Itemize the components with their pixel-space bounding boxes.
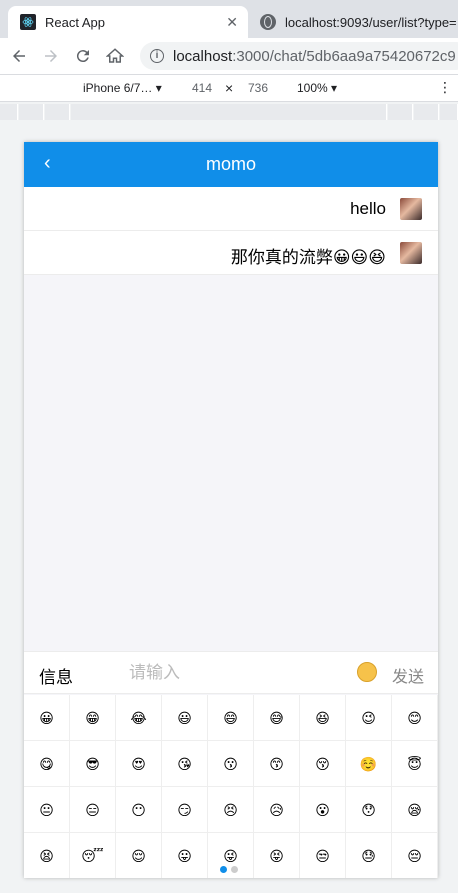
message-input-bar: 信息 发送	[24, 651, 438, 694]
emoji-cell[interactable]: 😗	[208, 741, 254, 787]
info-icon[interactable]: i	[150, 49, 164, 63]
globe-icon	[260, 14, 276, 30]
emoji-cell[interactable]: 😐	[24, 787, 70, 833]
emoji-cell[interactable]: 😒	[300, 833, 346, 878]
send-button[interactable]: 发送	[392, 663, 424, 687]
ruler-segment[interactable]	[0, 104, 18, 120]
message-text: 那你真的流弊😀😃😆	[230, 248, 386, 267]
emoji-cell[interactable]: 😴	[70, 833, 116, 878]
input-label: 信息	[39, 668, 73, 687]
emoji-cell[interactable]: 😝	[254, 833, 300, 878]
avatar	[400, 198, 422, 220]
device-toolbar: iPhone 6/7… ▾ 414 × 736 100% ▾ ⋮	[0, 74, 458, 102]
emoji-cell[interactable]: 😅	[254, 695, 300, 741]
url-host: localhost	[173, 47, 233, 65]
emoji-cell[interactable]: 😯	[346, 787, 392, 833]
chat-title: momo	[205, 154, 256, 174]
media-query-ruler	[0, 102, 458, 120]
ruler-segment[interactable]	[19, 104, 44, 120]
avatar	[400, 242, 422, 264]
tab-react-app[interactable]: React App ✕	[8, 6, 248, 38]
more-options-icon[interactable]: ⋮	[438, 79, 452, 96]
emoji-cell[interactable]: 😀	[24, 695, 70, 741]
ruler-segment[interactable]	[388, 104, 413, 120]
message-input[interactable]	[129, 661, 329, 685]
emoji-cell[interactable]: 😣	[208, 787, 254, 833]
emoji-cell[interactable]: 😪	[392, 787, 438, 833]
chat-navbar: ‹ momo	[24, 142, 438, 187]
address-bar[interactable]: i localhost:3000/chat/5db6aa9a75420672c9	[140, 42, 458, 70]
home-icon[interactable]	[102, 43, 128, 69]
device-height-input[interactable]: 736	[248, 81, 268, 95]
emoji-cell[interactable]: ☺️	[346, 741, 392, 787]
emoji-cell[interactable]: 😓	[346, 833, 392, 878]
emoji-cell[interactable]: 😶	[116, 787, 162, 833]
emoji-cell[interactable]: 😃	[162, 695, 208, 741]
emoji-cell[interactable]: 😉	[346, 695, 392, 741]
emoji-grid: 😀 😁 😂 😃 😄 😅 😆 😉 😊 😋 😎 😍 😘 😗 😙 😚 ☺️ 😇 😐 😑 😶 😏 😣 😥 😮 😯 😪 😫 😴 😌 😛 😜 😝 😒 😓 😔	[24, 695, 438, 878]
emoji-cell[interactable]: 😆	[300, 695, 346, 741]
emoji-cell[interactable]: 😮	[300, 787, 346, 833]
device-select[interactable]: iPhone 6/7… ▾	[83, 81, 162, 95]
emoji-cell[interactable]: 😑	[70, 787, 116, 833]
tab-title: React App	[45, 14, 105, 30]
emoji-cell[interactable]: 😫	[24, 833, 70, 878]
tab-title: localhost:9093/user/list?type=	[285, 14, 457, 30]
browser-tab-strip: React App ✕ localhost:9093/user/list?typ…	[0, 0, 458, 38]
close-tab-icon[interactable]: ✕	[226, 14, 238, 31]
emoji-cell[interactable]: 😛	[162, 833, 208, 878]
emoji-cell[interactable]: 😍	[116, 741, 162, 787]
message-row: 那你真的流弊😀😃😆	[24, 231, 438, 275]
back-arrow-icon[interactable]	[6, 43, 32, 69]
forward-arrow-icon[interactable]	[38, 43, 64, 69]
tab-user-list[interactable]: localhost:9093/user/list?type=	[256, 6, 458, 38]
emoji-cell[interactable]: 😇	[392, 741, 438, 787]
emoji-cell[interactable]: 😌	[116, 833, 162, 878]
device-width-input[interactable]: 414	[192, 81, 212, 95]
browser-toolbar: i localhost:3000/chat/5db6aa9a75420672c9	[0, 38, 458, 74]
emoji-cell[interactable]: 😎	[70, 741, 116, 787]
emoji-cell[interactable]: 😄	[208, 695, 254, 741]
emoji-pager	[220, 866, 238, 873]
ruler-segment[interactable]	[440, 104, 458, 120]
message-text: hello	[350, 199, 386, 218]
emoji-cell[interactable]: 😔	[392, 833, 438, 878]
dimension-separator: ×	[225, 80, 234, 96]
url-path: :3000/chat/5db6aa9a75420672c9	[232, 47, 456, 65]
emoji-cell[interactable]: 😏	[162, 787, 208, 833]
emoji-cell[interactable]: 😂	[116, 695, 162, 741]
emoji-cell[interactable]: 😙	[254, 741, 300, 787]
emoji-cell[interactable]: 😥	[254, 787, 300, 833]
emoji-cell[interactable]: 😋	[24, 741, 70, 787]
reload-icon[interactable]	[70, 43, 96, 69]
react-logo-icon	[20, 14, 36, 30]
message-list: hello 那你真的流弊😀😃😆	[24, 187, 438, 275]
zoom-select[interactable]: 100% ▾	[297, 81, 337, 95]
ruler-segment[interactable]	[45, 104, 70, 120]
pager-dot[interactable]	[231, 866, 238, 873]
emoji-cell[interactable]: 😁	[70, 695, 116, 741]
emoji-cell[interactable]: 😊	[392, 695, 438, 741]
emoji-picker-icon[interactable]	[357, 662, 377, 682]
pager-dot[interactable]	[220, 866, 227, 873]
emoji-cell[interactable]: 😚	[300, 741, 346, 787]
ruler-segment[interactable]	[71, 104, 387, 120]
emoji-cell[interactable]: 😘	[162, 741, 208, 787]
ruler-segment[interactable]	[414, 104, 439, 120]
device-viewport: ‹ momo hello 那你真的流弊😀😃😆 信息 发送 😀😁😂😃😄😅😆😉😊 😋😎…	[24, 142, 438, 878]
message-row: hello	[24, 187, 438, 231]
